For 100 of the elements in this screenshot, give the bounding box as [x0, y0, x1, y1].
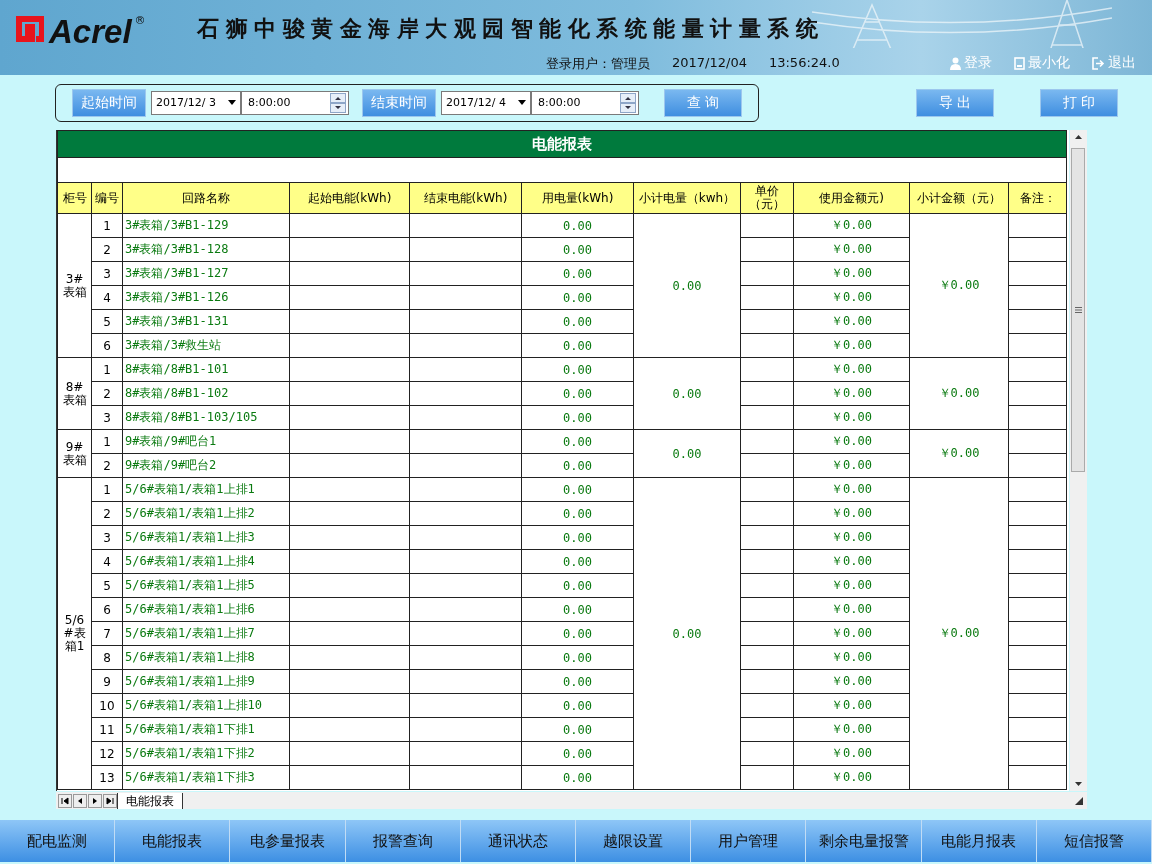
subtotal-energy-cell: 0.00 [633, 213, 741, 358]
number-cell: 10 [91, 693, 123, 718]
amount-cell: ￥0.00 [793, 477, 910, 502]
column-header: 结束电能(kWh) [409, 182, 522, 214]
number-cell: 2 [91, 501, 123, 526]
column-header: 小计电量（kwh） [633, 182, 741, 214]
circuit-cell: 9#表箱/9#吧台2 [122, 453, 290, 478]
column-header: 起始电能(kWh) [289, 182, 410, 214]
circuit-cell: 5/6#表箱1/表箱1上排3 [122, 525, 290, 550]
usage-cell: 0.00 [521, 429, 634, 454]
number-cell: 2 [91, 453, 123, 478]
circuit-cell: 3#表箱/3#B1-131 [122, 309, 290, 334]
number-cell: 6 [91, 333, 123, 358]
number-cell: 5 [91, 309, 123, 334]
amount-cell: ￥0.00 [793, 213, 910, 238]
logo-text: Acrel [49, 14, 132, 50]
nav-button[interactable]: 用户管理 [691, 820, 807, 862]
nav-button[interactable]: 剩余电量报警 [806, 820, 922, 862]
nav-button[interactable]: 短信报警 [1036, 820, 1152, 862]
nav-button[interactable]: 电能报表 [115, 820, 231, 862]
column-header: 单价（元） [740, 182, 794, 214]
circuit-cell: 5/6#表箱1/表箱1上排4 [122, 549, 290, 574]
circuit-cell: 5/6#表箱1/表箱1下排2 [122, 741, 290, 766]
start-time-label: 起始时间 [72, 88, 146, 117]
number-cell: 4 [91, 549, 123, 574]
usage-cell: 0.00 [521, 477, 634, 502]
subtotal-amount-cell: ￥0.00 [909, 477, 1009, 790]
number-cell: 3 [91, 261, 123, 286]
circuit-cell: 3#表箱/3#B1-127 [122, 261, 290, 286]
circuit-cell: 5/6#表箱1/表箱1下排1 [122, 717, 290, 742]
number-cell: 3 [91, 405, 123, 430]
number-cell: 1 [91, 213, 123, 238]
end-time-spinner[interactable]: 8:00:00 [531, 90, 639, 115]
end-time-label: 结束时间 [362, 88, 436, 117]
subtotal-amount-cell: ￥0.00 [909, 357, 1009, 430]
column-header: 小计金额（元） [909, 182, 1009, 214]
circuit-cell: 5/6#表箱1/表箱1上排6 [122, 597, 290, 622]
usage-cell: 0.00 [521, 213, 634, 238]
circuit-cell: 5/6#表箱1/表箱1上排5 [122, 573, 290, 598]
number-cell: 8 [91, 645, 123, 670]
number-cell: 11 [91, 717, 123, 742]
end-date-dropdown[interactable]: 2017/12/ 4 [441, 90, 531, 115]
registered-mark: ® [134, 14, 146, 27]
circuit-cell: 5/6#表箱1/表箱1上排8 [122, 645, 290, 670]
column-header: 用电量(kWh) [521, 182, 634, 214]
number-cell: 1 [91, 477, 123, 502]
subtotal-energy-cell: 0.00 [633, 429, 741, 478]
circuit-cell: 8#表箱/8#B1-101 [122, 357, 290, 382]
column-header: 使用金额元) [793, 182, 910, 214]
nav-button[interactable]: 通讯状态 [460, 820, 576, 862]
cabinet-cell: 8#表箱 [57, 357, 92, 430]
circuit-cell: 5/6#表箱1/表箱1上排7 [122, 621, 290, 646]
subtotal-amount-cell: ￥0.00 [909, 213, 1009, 358]
number-cell: 9 [91, 669, 123, 694]
number-cell: 12 [91, 741, 123, 766]
subtotal-energy-cell: 0.00 [633, 357, 741, 430]
number-cell: 5 [91, 573, 123, 598]
circuit-cell: 8#表箱/8#B1-102 [122, 381, 290, 406]
circuit-cell: 5/6#表箱1/表箱1上排1 [122, 477, 290, 502]
nav-button[interactable]: 配电监测 [0, 820, 116, 862]
cabinet-cell: 5/6#表箱1 [57, 477, 92, 790]
amount-cell: ￥0.00 [793, 357, 910, 382]
cabinet-cell: 3#表箱 [57, 213, 92, 358]
nav-button[interactable]: 电能月报表 [921, 820, 1037, 862]
number-cell: 2 [91, 381, 123, 406]
nav-button[interactable]: 电参量报表 [230, 820, 346, 862]
circuit-cell: 9#表箱/9#吧台1 [122, 429, 290, 454]
cabinet-cell: 9#表箱 [57, 429, 92, 478]
circuit-cell: 5/6#表箱1/表箱1上排10 [122, 693, 290, 718]
column-header: 回路名称 [122, 182, 290, 214]
app-title: 石狮中骏黄金海岸大观园智能化系统能量计量系统 [197, 15, 824, 43]
amount-cell: ￥0.00 [793, 429, 910, 454]
number-cell: 4 [91, 285, 123, 310]
circuit-cell: 3#表箱/3#B1-128 [122, 237, 290, 262]
circuit-cell: 3#表箱/3#B1-126 [122, 285, 290, 310]
usage-cell: 0.00 [521, 357, 634, 382]
current-date: 2017/12/04 [672, 55, 747, 72]
subtotal-energy-cell: 0.00 [633, 477, 741, 790]
circuit-cell: 3#表箱/3#B1-129 [122, 213, 290, 238]
start-time-spinner[interactable]: 8:00:00 [241, 90, 349, 115]
circuit-cell: 5/6#表箱1/表箱1下排3 [122, 765, 290, 790]
number-cell: 6 [91, 597, 123, 622]
column-header: 备注： [1008, 182, 1067, 214]
sheet-tab[interactable]: 电能报表 [117, 792, 183, 809]
number-cell: 13 [91, 765, 123, 790]
number-cell: 1 [91, 357, 123, 382]
column-header: 柜号 [57, 182, 92, 214]
circuit-cell: 5/6#表箱1/表箱1上排9 [122, 669, 290, 694]
number-cell: 1 [91, 429, 123, 454]
report-title: 电能报表 [57, 130, 1067, 158]
nav-button[interactable]: 越限设置 [576, 820, 692, 862]
number-cell: 7 [91, 621, 123, 646]
circuit-cell: 8#表箱/8#B1-103/105 [122, 405, 290, 430]
circuit-cell: 3#表箱/3#救生站 [122, 333, 290, 358]
current-time: 13:56:24.0 [768, 55, 840, 72]
nav-button[interactable]: 报警查询 [345, 820, 461, 862]
start-date-dropdown[interactable]: 2017/12/ 3 [151, 90, 241, 115]
number-cell: 2 [91, 237, 123, 262]
subtotal-amount-cell: ￥0.00 [909, 429, 1009, 478]
circuit-cell: 5/6#表箱1/表箱1上排2 [122, 501, 290, 526]
